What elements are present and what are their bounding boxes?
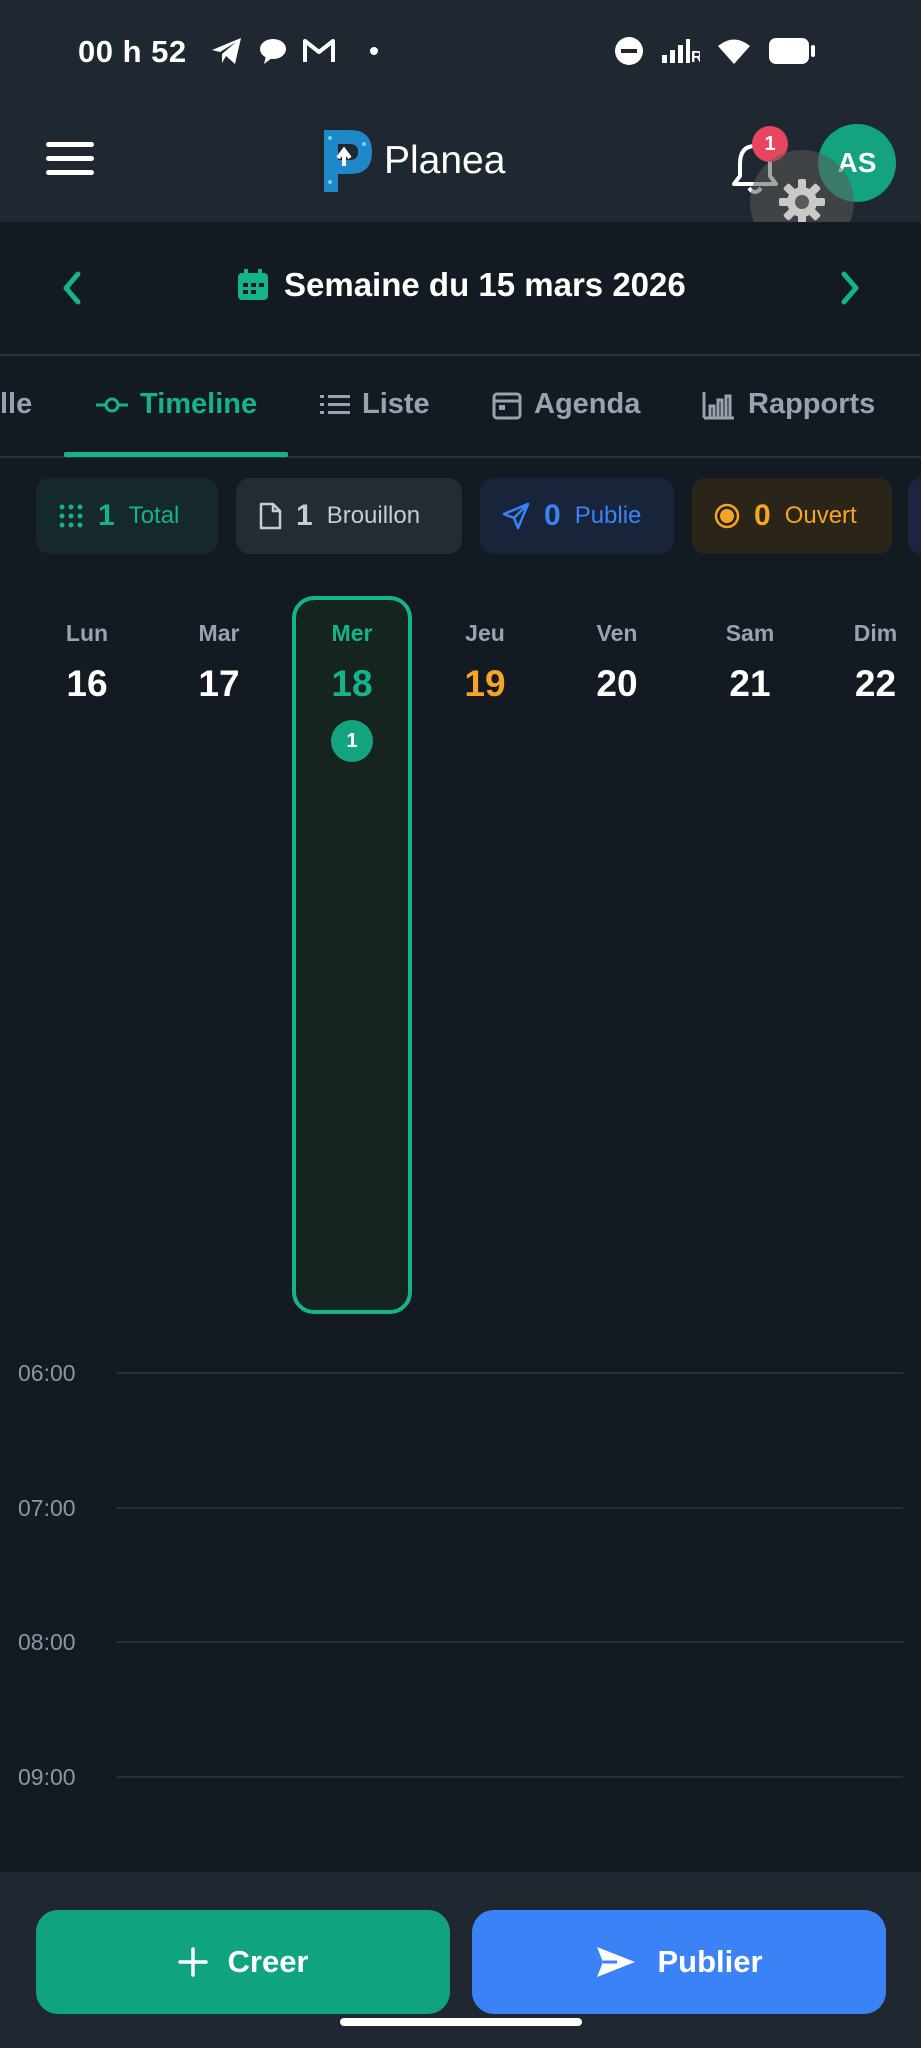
- hour-label: 08:00: [18, 1629, 76, 1655]
- send-icon: [597, 1947, 636, 1977]
- signal-icon: R: [662, 39, 700, 65]
- menu-bar: [46, 142, 94, 147]
- hour-label: 06:00: [18, 1360, 76, 1386]
- day-name: Mer: [331, 620, 373, 646]
- day-event-count-badge: 1: [331, 720, 373, 762]
- app-name: Planea: [384, 139, 506, 182]
- hour-gridline: [117, 1507, 903, 1509]
- hour-label: 07:00: [18, 1495, 76, 1521]
- telegram-icon: [212, 38, 241, 64]
- view-tabs: lle Timeline Liste Agenda Rapports: [0, 358, 921, 458]
- agenda-icon: [492, 392, 522, 419]
- stat-label: Publie: [574, 502, 642, 529]
- stat-count: 1: [296, 499, 313, 532]
- tab-rapports[interactable]: Rapports: [702, 388, 875, 421]
- chevron-left-icon[interactable]: [56, 268, 90, 308]
- create-button-label: Creer: [227, 1944, 309, 1979]
- tab-timeline[interactable]: Timeline: [96, 388, 257, 421]
- grid-dots-icon: [59, 504, 83, 528]
- publish-button-label: Publier: [657, 1944, 763, 1979]
- week-title[interactable]: Semaine du 15 mars 2026: [236, 266, 686, 304]
- hour-label: 09:00: [18, 1764, 76, 1790]
- tab-label: lle: [0, 388, 33, 420]
- circle-dot-icon: [714, 503, 740, 529]
- day-number: 20: [596, 663, 638, 704]
- wifi-icon: [718, 39, 750, 64]
- day-column[interactable]: Ven 20: [562, 620, 672, 705]
- day-column[interactable]: Lun 16: [32, 620, 142, 705]
- publish-button[interactable]: Publier: [472, 1910, 886, 2014]
- tab-label: Agenda: [534, 388, 641, 420]
- day-column-today[interactable]: Jeu 19: [430, 620, 540, 705]
- home-indicator[interactable]: [340, 2018, 582, 2026]
- list-icon: [320, 394, 350, 414]
- stat-label: Brouillon: [326, 502, 421, 529]
- menu-button[interactable]: [46, 142, 94, 186]
- day-column[interactable]: Dim 22: [830, 620, 921, 705]
- day-name: Lun: [65, 620, 109, 646]
- day-name: Jeu: [465, 620, 505, 646]
- stat-chip-ouvert[interactable]: 0 Ouvert: [692, 478, 892, 554]
- chevron-right-icon[interactable]: [832, 268, 866, 308]
- day-number: 19: [464, 663, 506, 704]
- chart-icon: [702, 391, 734, 419]
- document-icon: [259, 502, 282, 530]
- tab-label: Rapports: [748, 388, 876, 420]
- gear-icon: [779, 179, 825, 225]
- battery-icon: [769, 38, 815, 64]
- hour-gridline: [117, 1776, 903, 1778]
- stat-chip-partial[interactable]: [908, 478, 921, 554]
- stat-label: Ouvert: [784, 502, 857, 529]
- gmail-icon: [303, 39, 335, 62]
- more-notifications-dot: [370, 47, 378, 55]
- menu-bar: [46, 170, 94, 175]
- stat-chip-publie[interactable]: 0 Publie: [480, 478, 674, 554]
- status-time: 00 h 52: [78, 34, 187, 69]
- week-navigator: Semaine du 15 mars 2026: [0, 222, 921, 356]
- app-brand[interactable]: Planea: [320, 126, 505, 196]
- chat-bubble-icon: [260, 39, 286, 64]
- day-column-selected[interactable]: Mer 18: [297, 620, 407, 705]
- tab-liste[interactable]: Liste: [320, 388, 430, 421]
- day-name: Sam: [725, 620, 775, 646]
- timeline-icon: [96, 397, 128, 412]
- calendar-icon: [238, 269, 268, 300]
- status-bar: 00 h 52 R: [0, 0, 921, 110]
- tab-label: Timeline: [140, 388, 258, 420]
- stat-count: 0: [754, 499, 771, 532]
- day-number: 16: [66, 663, 108, 704]
- create-button[interactable]: Creer: [36, 1910, 450, 2014]
- stat-chip-brouillon[interactable]: 1 Brouillon: [236, 478, 462, 554]
- stat-count: 1: [98, 499, 115, 532]
- send-icon: [502, 502, 530, 530]
- active-tab-indicator: [64, 452, 288, 457]
- day-number: 18: [331, 663, 373, 704]
- day-number: 21: [729, 663, 771, 704]
- stat-chip-total[interactable]: 1 Total: [36, 478, 218, 554]
- hour-gridline: [117, 1372, 903, 1374]
- planea-logo-icon: [324, 130, 372, 192]
- week-title-text: Semaine du 15 mars 2026: [284, 266, 686, 303]
- day-number: 17: [198, 663, 240, 704]
- stat-label: Total: [128, 502, 180, 529]
- tab-partial[interactable]: lle: [0, 388, 32, 421]
- tab-label: Liste: [362, 388, 430, 420]
- system-icons: R: [614, 36, 816, 66]
- menu-bar: [46, 156, 94, 161]
- do-not-disturb-icon: [615, 37, 643, 65]
- plus-icon: [177, 1947, 208, 1977]
- day-name: Mar: [198, 620, 240, 646]
- day-column[interactable]: Sam 21: [695, 620, 805, 705]
- notification-icons: [210, 36, 378, 66]
- stat-count: 0: [544, 499, 561, 532]
- day-name: Ven: [596, 620, 638, 646]
- tab-agenda[interactable]: Agenda: [492, 388, 640, 421]
- svg-text:R: R: [691, 49, 700, 65]
- hour-gridline: [117, 1641, 903, 1643]
- app-header: Planea 1 AS: [0, 110, 921, 254]
- day-column[interactable]: Mar 17: [164, 620, 274, 705]
- day-name: Dim: [853, 620, 898, 646]
- day-number: 22: [854, 663, 897, 704]
